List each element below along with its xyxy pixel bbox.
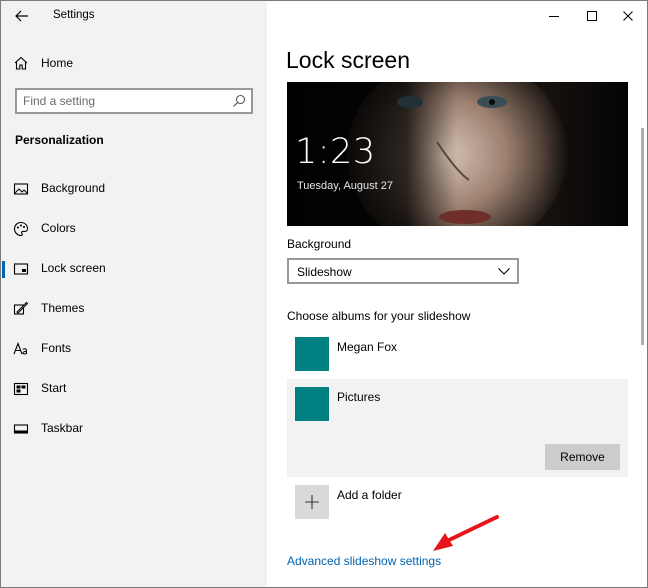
page-title: Lock screen [286, 47, 411, 73]
maximize-icon [587, 11, 597, 21]
add-folder-label: Add a folder [337, 488, 402, 502]
sidebar-item-label: Lock screen [41, 261, 106, 275]
sidebar-item-fonts[interactable]: Fonts [1, 333, 267, 365]
album-name: Pictures [337, 390, 381, 404]
background-label: Background [287, 237, 352, 251]
sidebar-item-taskbar[interactable]: Taskbar [1, 413, 267, 445]
sidebar-item-label: Colors [41, 221, 76, 235]
settings-window: Settings Home Personalization Background [0, 0, 648, 588]
sidebar-item-lock-screen[interactable]: Lock screen [1, 253, 267, 285]
close-button[interactable] [605, 1, 647, 31]
advanced-slideshow-settings-link[interactable]: Advanced slideshow settings [287, 554, 441, 568]
sidebar-item-label: Background [41, 181, 106, 195]
chevron-down-icon [498, 268, 510, 275]
minimize-icon [549, 16, 559, 17]
home-icon [14, 56, 28, 70]
title-bar: Settings [1, 1, 267, 31]
preview-time: 1:23 [295, 132, 376, 172]
sidebar-item-label: Themes [41, 301, 85, 315]
background-dropdown-value: Slideshow [297, 265, 352, 279]
sidebar-item-themes[interactable]: Themes [1, 293, 267, 325]
taskbar-icon [13, 424, 29, 434]
palette-icon [13, 221, 29, 237]
content-pane: Lock screen 1:23 Tuesday, August 27 Back… [267, 1, 647, 587]
sidebar-item-background[interactable]: Background [1, 173, 267, 205]
fonts-icon [13, 341, 27, 355]
nav-home-label: Home [41, 56, 74, 70]
search-box[interactable] [15, 88, 253, 114]
back-arrow-icon [15, 10, 28, 22]
selected-indicator [2, 261, 5, 278]
sidebar-item-start[interactable]: Start [1, 373, 267, 405]
sidebar-item-label: Start [41, 381, 67, 395]
add-folder-button[interactable]: Add a folder [287, 479, 487, 523]
close-icon [623, 11, 633, 21]
sidebar-item-label: Fonts [41, 341, 72, 355]
album-thumbnail [295, 387, 329, 421]
album-name: Megan Fox [337, 340, 398, 354]
sidebar-item-colors[interactable]: Colors [1, 213, 267, 245]
lock-screen-icon [13, 263, 29, 275]
album-thumbnail [295, 337, 329, 371]
albums-label: Choose albums for your slideshow [287, 309, 471, 323]
start-icon [13, 382, 29, 396]
search-icon [233, 94, 246, 107]
app-title: Settings [53, 9, 95, 21]
section-title: Personalization [15, 133, 104, 147]
lock-screen-preview: 1:23 Tuesday, August 27 [287, 82, 628, 226]
nav-home[interactable]: Home [1, 49, 267, 77]
album-item-pictures[interactable]: Pictures Remove [287, 379, 628, 477]
preview-date: Tuesday, August 27 [297, 180, 394, 192]
album-item-megan-fox[interactable]: Megan Fox [287, 329, 628, 379]
picture-icon [13, 183, 29, 195]
themes-icon [13, 301, 29, 315]
sidebar-item-label: Taskbar [41, 421, 84, 435]
background-dropdown[interactable]: Slideshow [287, 258, 519, 284]
scrollbar-thumb[interactable] [641, 128, 644, 345]
plus-icon [295, 485, 329, 519]
search-input[interactable] [23, 93, 223, 109]
remove-button[interactable]: Remove [545, 444, 620, 470]
back-button[interactable] [7, 3, 37, 29]
sidebar: Settings Home Personalization Background [1, 1, 267, 587]
